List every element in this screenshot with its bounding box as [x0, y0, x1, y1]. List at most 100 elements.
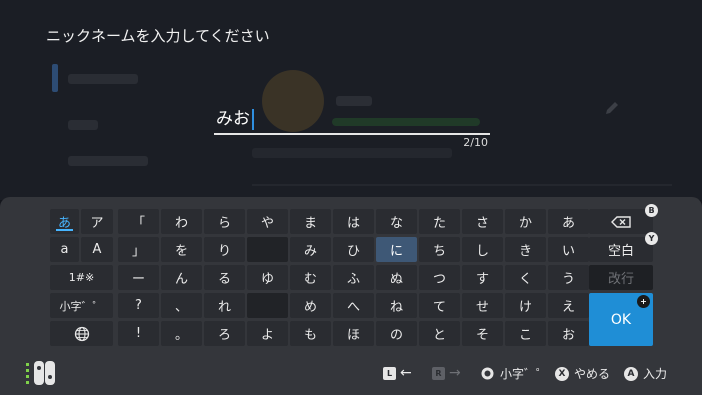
- pencil-icon: [606, 102, 618, 114]
- background-divider: [252, 184, 672, 186]
- kana-key[interactable]: す: [462, 265, 503, 290]
- newline-key[interactable]: 改行: [589, 265, 653, 290]
- r-button-icon: R: [432, 366, 445, 380]
- kana-key[interactable]: て: [419, 293, 460, 318]
- kana-key[interactable]: の: [376, 321, 417, 346]
- backspace-key[interactable]: B: [589, 204, 658, 234]
- kana-key[interactable]: え: [548, 293, 589, 318]
- kana-key[interactable]: は: [333, 209, 374, 234]
- kana-key[interactable]: さ: [462, 209, 503, 234]
- kana-key[interactable]: ね: [376, 293, 417, 318]
- kana-key[interactable]: し: [462, 237, 503, 262]
- kana-key[interactable]: へ: [333, 293, 374, 318]
- kana-key[interactable]: く: [505, 265, 546, 290]
- kana-key[interactable]: !: [118, 321, 159, 346]
- kana-key[interactable]: ち: [419, 237, 460, 262]
- plus-button-badge: +: [637, 295, 650, 308]
- kana-key[interactable]: や: [247, 209, 288, 234]
- ok-button-label: OK: [610, 311, 632, 328]
- blank-key: [247, 293, 288, 318]
- arrow-right-icon: →: [449, 365, 461, 381]
- kana-key[interactable]: ろ: [204, 321, 245, 346]
- kana-key[interactable]: ?: [118, 293, 159, 318]
- small-kana-key[interactable]: 小字゛゜: [50, 293, 113, 318]
- kana-key[interactable]: あ: [548, 209, 589, 234]
- kana-key[interactable]: そ: [462, 321, 503, 346]
- joycon-icon: [26, 361, 55, 385]
- nickname-input[interactable]: みお 2/10: [214, 106, 490, 149]
- kana-key[interactable]: け: [505, 293, 546, 318]
- kana-key[interactable]: り: [204, 237, 245, 262]
- stick-small-hint[interactable]: 小字゛゜: [480, 365, 548, 382]
- space-key[interactable]: 空白 Y: [589, 232, 658, 262]
- background-name: [336, 96, 372, 106]
- kana-key[interactable]: に: [376, 237, 417, 262]
- prompt-title: ニックネームを入力してください: [46, 27, 270, 45]
- enter-label: 入力: [643, 367, 668, 381]
- kana-key[interactable]: せ: [462, 293, 503, 318]
- kana-key[interactable]: と: [419, 321, 460, 346]
- kana-key[interactable]: ゆ: [247, 265, 288, 290]
- ok-button[interactable]: OK +: [589, 293, 653, 346]
- enter-hint[interactable]: A 入力: [624, 365, 667, 382]
- kana-key[interactable]: ほ: [333, 321, 374, 346]
- x-button-icon: X: [555, 366, 569, 381]
- kana-key[interactable]: か: [505, 209, 546, 234]
- space-key-label: 空白: [607, 244, 634, 259]
- backspace-icon: [611, 215, 631, 228]
- kana-key[interactable]: ま: [290, 209, 331, 234]
- text-caret: [252, 108, 254, 130]
- language-key[interactable]: [50, 321, 113, 346]
- kana-key[interactable]: む: [290, 265, 331, 290]
- kana-key[interactable]: う: [548, 265, 589, 290]
- stick-press-icon: [481, 367, 494, 380]
- kana-key[interactable]: め: [290, 293, 331, 318]
- r-button-hint: R →: [432, 365, 461, 381]
- kana-key[interactable]: を: [161, 237, 202, 262]
- a-button-icon: A: [624, 366, 638, 381]
- software-keyboard: あ ア a A 1#※ 小字゛゜ 「わらやまはなたさかあ」をりみひにちしきいーん…: [0, 197, 702, 395]
- kana-key[interactable]: 、: [161, 293, 202, 318]
- kana-key[interactable]: る: [204, 265, 245, 290]
- kana-key[interactable]: ー: [118, 265, 159, 290]
- kana-key[interactable]: お: [548, 321, 589, 346]
- kana-key[interactable]: れ: [204, 293, 245, 318]
- kana-key[interactable]: わ: [161, 209, 202, 234]
- kana-key[interactable]: い: [548, 237, 589, 262]
- mode-latin-upper-key[interactable]: A: [81, 237, 113, 262]
- mode-latin-lower-key[interactable]: a: [50, 237, 79, 262]
- kana-key[interactable]: こ: [505, 321, 546, 346]
- background-sidebar-item: [68, 74, 138, 84]
- blank-key: [247, 237, 288, 262]
- kana-key[interactable]: つ: [419, 265, 460, 290]
- kana-key[interactable]: も: [290, 321, 331, 346]
- mode-hiragana-key[interactable]: あ: [50, 209, 79, 234]
- kana-key[interactable]: 」: [118, 237, 159, 262]
- kana-key[interactable]: た: [419, 209, 460, 234]
- cancel-hint[interactable]: X やめる: [555, 365, 610, 382]
- background-row: [252, 148, 452, 158]
- kana-key[interactable]: き: [505, 237, 546, 262]
- y-button-badge: Y: [645, 232, 658, 245]
- b-button-badge: B: [645, 204, 658, 217]
- kana-key[interactable]: 。: [161, 321, 202, 346]
- mode-katakana-key[interactable]: ア: [81, 209, 113, 234]
- cancel-label: やめる: [574, 367, 611, 381]
- l-button-icon: L: [383, 366, 396, 380]
- kana-key[interactable]: な: [376, 209, 417, 234]
- mode-symbols-key[interactable]: 1#※: [50, 265, 113, 290]
- arrow-left-icon: ←: [400, 365, 412, 381]
- l-button-hint[interactable]: L ←: [383, 365, 412, 381]
- kana-key[interactable]: ん: [161, 265, 202, 290]
- kana-key[interactable]: ぬ: [376, 265, 417, 290]
- kana-key[interactable]: よ: [247, 321, 288, 346]
- kana-key[interactable]: 「: [118, 209, 159, 234]
- kana-key[interactable]: ら: [204, 209, 245, 234]
- kana-key[interactable]: み: [290, 237, 331, 262]
- background-sidebar-highlight: [52, 64, 58, 92]
- input-underline: [214, 133, 490, 135]
- kana-key[interactable]: ふ: [333, 265, 374, 290]
- footer-controls: L ← R → 小字゛゜ X やめる A 入力: [0, 352, 702, 395]
- background-sidebar-item: [68, 156, 148, 166]
- kana-key[interactable]: ひ: [333, 237, 374, 262]
